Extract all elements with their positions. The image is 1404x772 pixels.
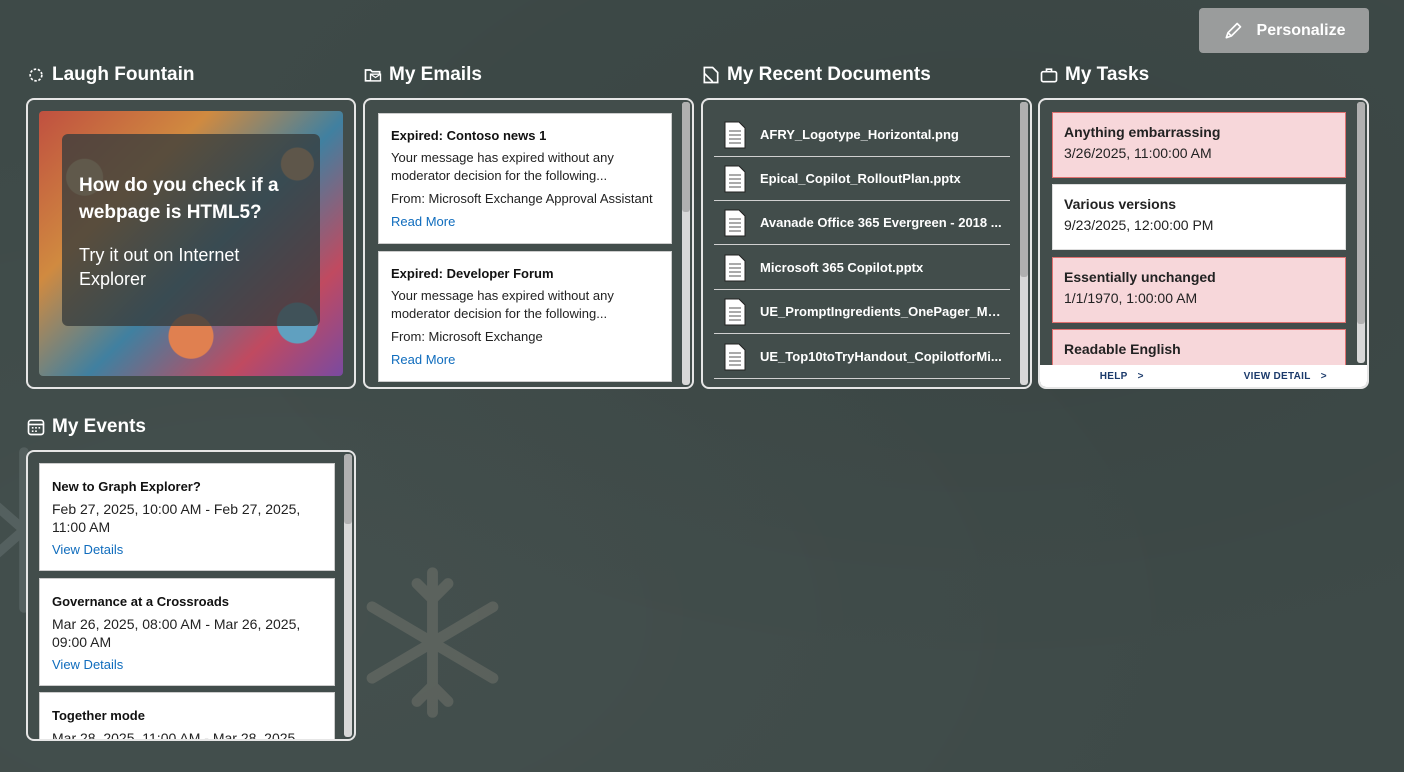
calendar-icon (27, 419, 45, 436)
file-icon (724, 121, 746, 148)
document-row[interactable]: Epical_Copilot_RolloutPlan.pptx (714, 157, 1010, 201)
file-icon (724, 254, 746, 281)
events-panel: New to Graph Explorer? Feb 27, 2025, 10:… (26, 450, 356, 741)
task-title: Anything embarrassing (1064, 124, 1221, 140)
joke-question: How do you check if a webpage is HTML5? (79, 175, 279, 223)
document-row[interactable]: UE_Top10toTryHandout_CopilotforMi... (714, 335, 1010, 379)
snowflake-decoration (366, 567, 499, 718)
document-name: UE_Top10toTryHandout_CopilotforMi... (760, 349, 1002, 364)
document-row[interactable]: Microsoft 365 Copilot.pptx (714, 246, 1010, 290)
sun-icon (29, 68, 43, 82)
document-name: AFRY_Logotype_Horizontal.png (760, 127, 959, 142)
event-time: Mar 26, 2025, 08:00 AM - Mar 26, 2025, 0… (52, 616, 301, 650)
document-row[interactable]: UE_PromptIngredients_OnePager_Ma... (714, 290, 1010, 334)
read-more-link[interactable]: Read More (391, 352, 659, 367)
event-card[interactable]: Governance at a Crossroads Mar 26, 2025,… (39, 578, 335, 686)
email-card[interactable]: Expired: Developer Forum Your message ha… (378, 251, 672, 382)
event-card[interactable]: New to Graph Explorer? Feb 27, 2025, 10:… (39, 463, 335, 571)
task-title: Essentially unchanged (1064, 269, 1216, 285)
file-icon (724, 165, 746, 192)
email-from: From: Microsoft Exchange Approval Assist… (391, 191, 653, 206)
chevron-right-icon: > (1320, 370, 1327, 382)
task-title: Various versions (1064, 196, 1177, 212)
documents-title: My Recent Documents (701, 64, 931, 86)
documents-panel: AFRY_Logotype_Horizontal.png Epical_Copi… (701, 98, 1032, 389)
mail-folder-icon (364, 69, 382, 82)
document-name: Microsoft 365 Copilot.pptx (760, 260, 924, 275)
event-time: Feb 27, 2025, 10:00 AM - Feb 27, 2025, 1… (52, 501, 301, 535)
emails-title: My Emails (363, 64, 482, 86)
event-title: Governance at a Crossroads (52, 594, 230, 609)
tasks-footer: HELP > VIEW DETAIL > (1040, 365, 1367, 387)
task-item[interactable]: Various versions 9/23/2025, 12:00:00 PM (1052, 184, 1346, 250)
documents-scroll-thumb[interactable] (1020, 102, 1028, 277)
document-name: Avanade Office 365 Evergreen - 2018 ... (760, 215, 1002, 230)
joke-overlay: How do you check if a webpage is HTML5? … (62, 134, 320, 326)
document-row[interactable]: AFRY_Logotype_Horizontal.png (714, 113, 1010, 157)
view-details-link[interactable]: View Details (52, 657, 322, 672)
task-date: 3/26/2025, 11:00:00 AM (1064, 145, 1212, 161)
tasks-title: My Tasks (1039, 64, 1149, 86)
document-row[interactable]: Avanade Office 365 Evergreen - 2018 ... (714, 201, 1010, 245)
task-item[interactable]: Anything embarrassing 3/26/2025, 11:00:0… (1052, 112, 1346, 178)
chevron-right-icon: > (1137, 370, 1144, 382)
pencil-icon (1225, 22, 1241, 39)
view-details-link[interactable]: View Details (52, 542, 322, 557)
email-from: From: Microsoft Exchange (391, 329, 543, 344)
laugh-fountain-panel: How do you check if a webpage is HTML5? … (26, 98, 356, 389)
file-icon (724, 298, 746, 325)
email-body: Your message has expired without any mod… (391, 150, 614, 183)
document-name: UE_PromptIngredients_OnePager_Ma... (760, 304, 1005, 319)
read-more-link[interactable]: Read More (391, 214, 659, 229)
document-name: Epical_Copilot_RolloutPlan.pptx (760, 171, 961, 186)
file-icon (724, 209, 746, 236)
task-title: Readable English (1064, 341, 1181, 357)
joke-answer: Try it out on Internet Explorer (79, 245, 240, 289)
view-detail-link[interactable]: VIEW DETAIL > (1204, 365, 1368, 387)
help-link[interactable]: HELP > (1040, 365, 1204, 387)
email-body: Your message has expired without any mod… (391, 288, 614, 321)
document-icon (703, 66, 719, 84)
email-subject: Expired: Contoso news 1 (391, 128, 547, 143)
task-date: 9/23/2025, 12:00:00 PM (1064, 217, 1214, 233)
personalize-label: Personalize (1256, 21, 1346, 39)
events-scroll-thumb[interactable] (344, 454, 352, 524)
tasks-panel: Anything embarrassing 3/26/2025, 11:00:0… (1038, 98, 1369, 389)
file-icon (724, 343, 746, 370)
task-item[interactable]: Essentially unchanged 1/1/1970, 1:00:00 … (1052, 257, 1346, 323)
tasks-scroll-thumb[interactable] (1357, 102, 1365, 324)
personalize-button[interactable]: Personalize (1199, 8, 1369, 53)
briefcase-icon (1040, 68, 1058, 83)
event-card[interactable]: Together mode Mar 28, 2025, 11:00 AM - M… (39, 692, 335, 741)
emails-scroll-thumb[interactable] (682, 102, 690, 212)
task-date: 1/1/1970, 1:00:00 AM (1064, 290, 1198, 306)
email-card[interactable]: Expired: Contoso news 1 Your message has… (378, 113, 672, 244)
email-subject: Expired: Developer Forum (391, 266, 554, 281)
event-title: Together mode (52, 708, 145, 723)
laugh-fountain-title: Laugh Fountain (26, 64, 194, 86)
events-title: My Events (26, 416, 146, 438)
event-title: New to Graph Explorer? (52, 479, 201, 494)
event-time: Mar 28, 2025, 11:00 AM - Mar 28, 2025, 1… (52, 730, 300, 741)
emails-panel: Expired: Contoso news 1 Your message has… (363, 98, 694, 389)
